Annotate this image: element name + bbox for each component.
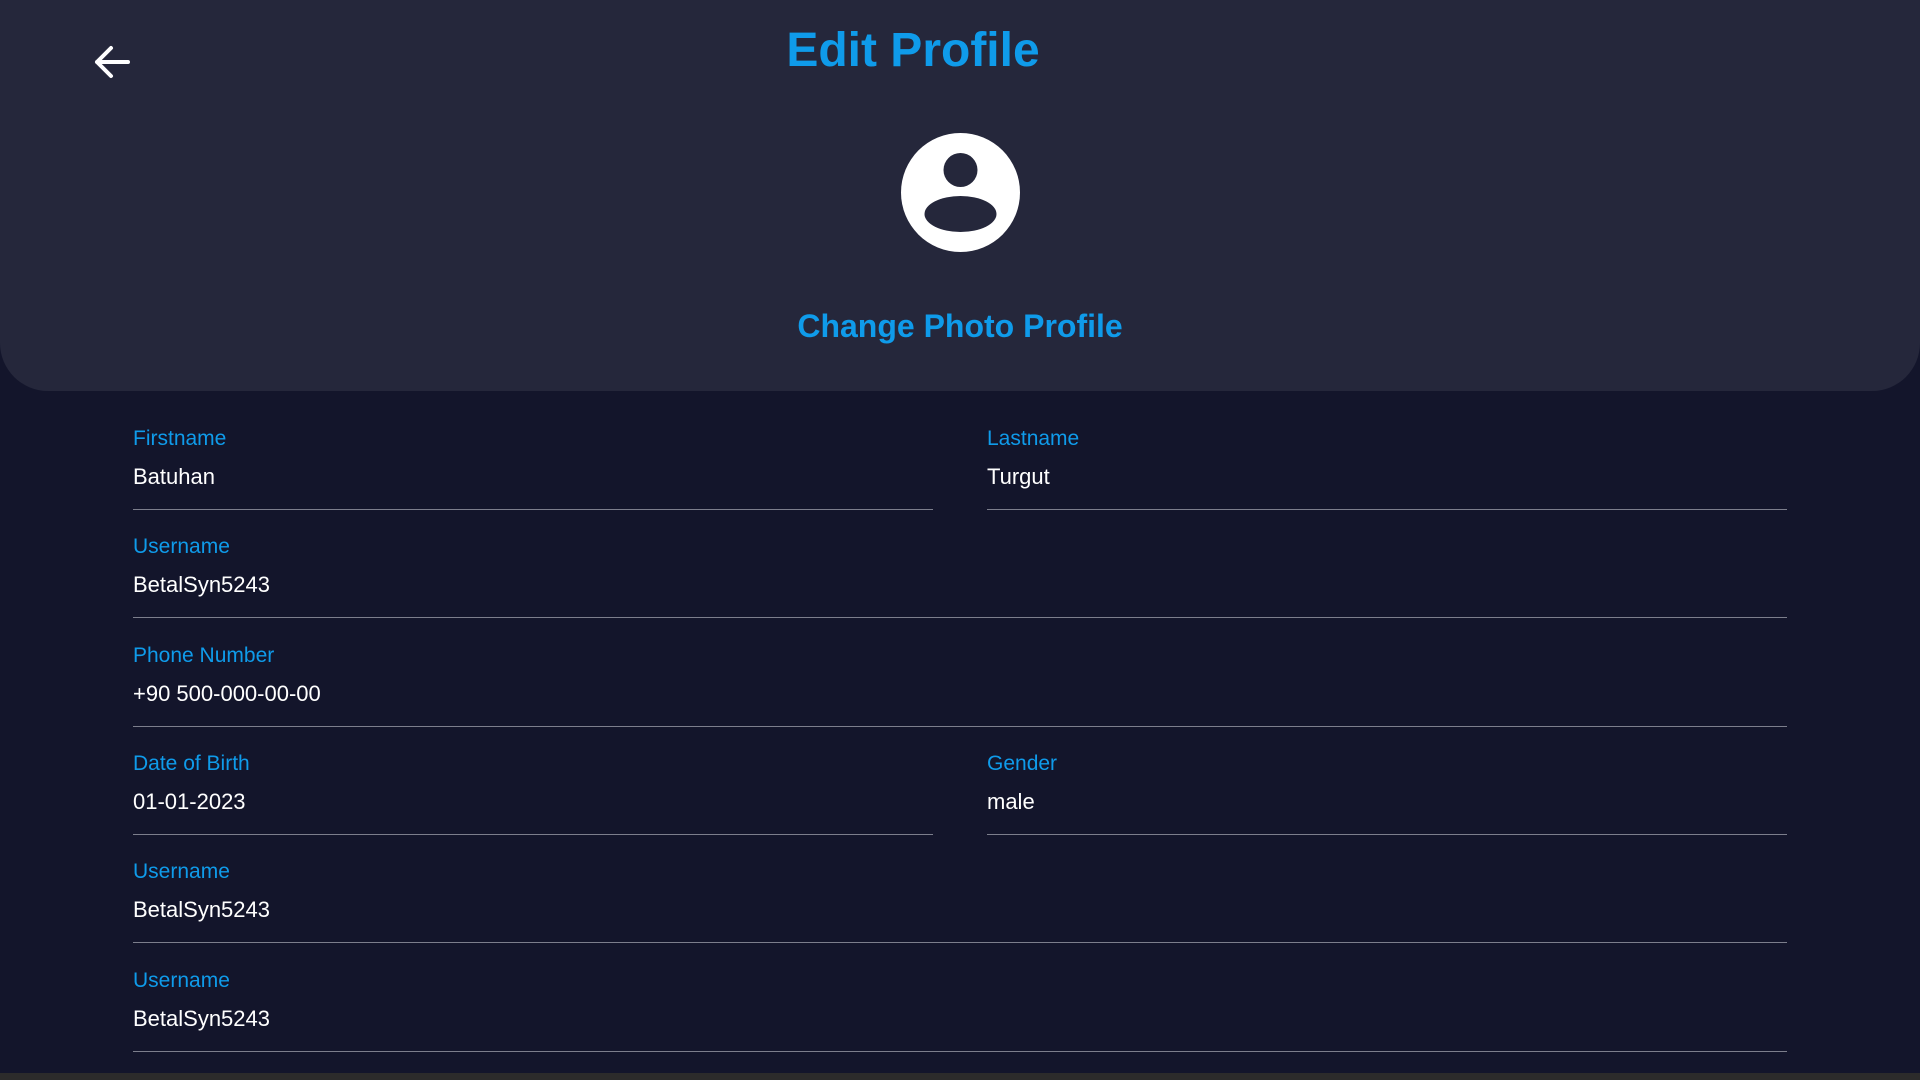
lastname-value[interactable]: Turgut [987,463,1050,491]
date-of-birth-label: Date of Birth [133,752,250,775]
lastname-field[interactable]: Lastname Turgut [987,425,1787,510]
username-value[interactable]: BetalSyn5243 [133,1005,270,1033]
username-label: Username [133,860,230,883]
date-of-birth-value[interactable]: 01-01-2023 [133,788,246,816]
change-photo-button[interactable]: Change Photo Profile [0,305,1920,347]
phone-number-label: Phone Number [133,644,275,667]
username-value[interactable]: BetalSyn5243 [133,571,270,599]
firstname-label: Firstname [133,427,227,450]
date-of-birth-field[interactable]: Date of Birth 01-01-2023 [133,750,933,835]
gender-field[interactable]: Gender male [987,750,1787,835]
avatar[interactable] [901,133,1020,252]
username-field-3[interactable]: Username BetalSyn5243 [133,967,1787,1052]
profile-header: Edit Profile Change Photo Profile [0,0,1920,391]
username-label: Username [133,969,230,992]
page-title: Edit Profile [786,24,1040,77]
bottom-edge [0,1073,1920,1080]
firstname-value[interactable]: Batuhan [133,463,215,491]
gender-value[interactable]: male [987,788,1035,816]
phone-number-field[interactable]: Phone Number +90 500-000-00-00 [133,642,1787,727]
lastname-label: Lastname [987,427,1080,450]
phone-number-value[interactable]: +90 500-000-00-00 [133,680,321,708]
firstname-field[interactable]: Firstname Batuhan [133,425,933,510]
username-field-2[interactable]: Username BetalSyn5243 [133,858,1787,943]
username-field[interactable]: Username BetalSyn5243 [133,533,1787,618]
gender-label: Gender [987,752,1058,775]
username-label: Username [133,535,230,558]
username-value[interactable]: BetalSyn5243 [133,896,270,924]
user-circle-icon [901,133,1020,252]
